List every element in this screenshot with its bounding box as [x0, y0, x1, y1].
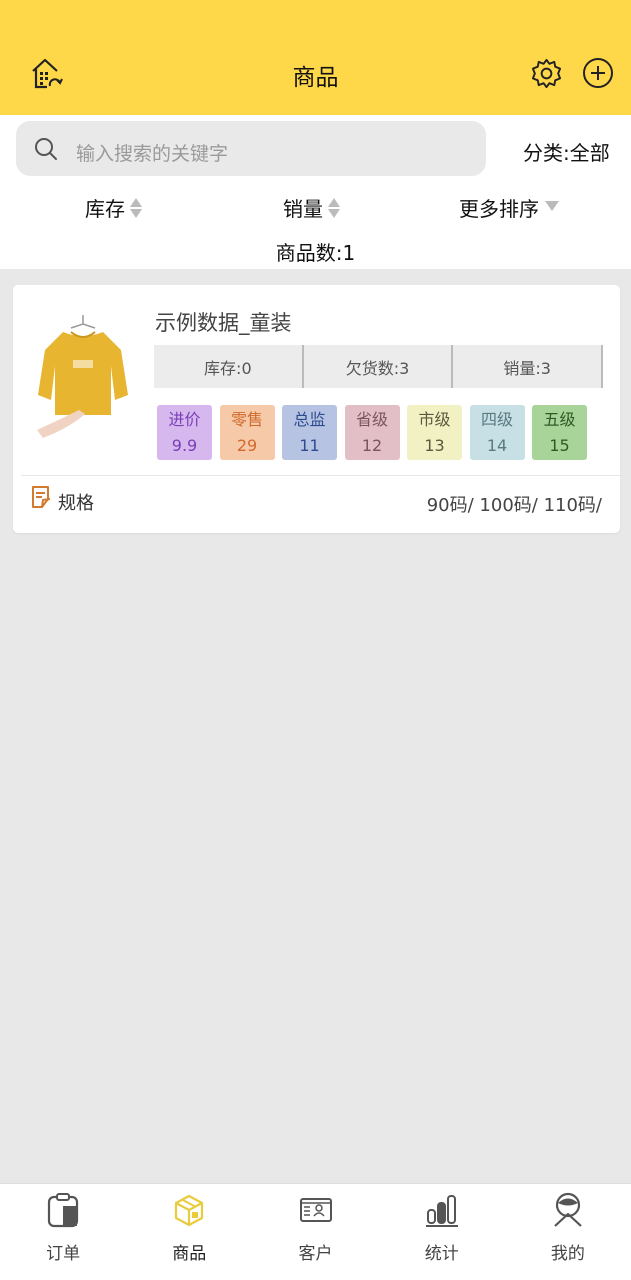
search-input[interactable]: 输入搜索的关键字	[16, 121, 486, 176]
price-label: 五级	[543, 409, 576, 429]
card-divider	[21, 475, 620, 476]
user-icon	[554, 1192, 582, 1227]
price-label: 总监	[293, 409, 326, 429]
price-value: 9.9	[171, 435, 198, 455]
box-icon	[175, 1194, 204, 1227]
price-label: 零售	[230, 409, 263, 429]
tab-customers[interactable]: 客户	[252, 1184, 378, 1280]
price-tag-retail: 零售 29	[219, 405, 275, 460]
clipboard-icon	[47, 1193, 79, 1228]
spec-document-icon	[32, 486, 51, 508]
price-tag-level5: 五级 15	[532, 405, 587, 460]
caret-down-icon	[545, 200, 559, 211]
gear-icon[interactable]	[530, 57, 563, 90]
product-name: 示例数据_童装	[155, 311, 292, 335]
sort-sales-label: 销量	[283, 197, 323, 221]
tab-statistics[interactable]: 统计	[379, 1184, 505, 1280]
price-value: 15	[549, 435, 570, 455]
contact-card-icon	[299, 1198, 332, 1222]
sort-arrows-icon	[328, 197, 340, 218]
stat-backorder: 欠货数:3	[301, 345, 452, 388]
price-label: 进价	[168, 409, 201, 429]
bottom-tab-bar: 订单 商品 客户 统计 我的	[0, 1183, 631, 1280]
tab-label: 客户	[298, 1244, 333, 1264]
sort-sales-button[interactable]: 销量	[283, 193, 340, 222]
bar-chart-icon	[425, 1195, 458, 1227]
price-value: 11	[299, 435, 320, 455]
product-card[interactable]: 示例数据_童装 库存:0 欠货数:3 销量:3 进价 9.9 零售 29 总监 11 …	[13, 285, 620, 533]
product-stats: 库存:0 欠货数:3 销量:3	[154, 345, 603, 388]
price-tag-cost: 进价 9.9	[157, 405, 212, 460]
search-icon	[35, 138, 57, 160]
search-placeholder: 输入搜索的关键字	[76, 143, 229, 165]
add-circle-icon[interactable]	[582, 57, 614, 89]
more-sort-label: 更多排序	[459, 197, 539, 221]
tab-label: 统计	[424, 1244, 459, 1264]
price-tag-province: 省级 12	[344, 405, 400, 460]
stat-sales: 销量:3	[451, 345, 601, 388]
price-tag-city: 市级 13	[407, 405, 462, 460]
filter-panel: 输入搜索的关键字 分类:全部 库存 销量 更多排序 商品数:1	[0, 115, 631, 269]
price-tiers: 进价 9.9 零售 29 总监 11 省级 12 市级 13 四级 14 五级 15	[157, 405, 595, 460]
tab-mine[interactable]: 我的	[505, 1184, 631, 1280]
price-tag-level4: 四级 14	[469, 405, 525, 460]
tab-orders[interactable]: 订单	[0, 1184, 126, 1280]
price-label: 市级	[418, 409, 451, 429]
price-label: 四级	[480, 409, 513, 429]
tab-label: 订单	[46, 1244, 81, 1264]
tab-label: 商品	[172, 1244, 207, 1264]
price-label: 省级	[355, 409, 388, 429]
tab-label: 我的	[550, 1244, 585, 1264]
more-sort-button[interactable]: 更多排序	[459, 193, 559, 222]
top-header: 商品	[0, 0, 631, 115]
price-value: 29	[236, 435, 258, 455]
spec-values: 90码/ 100码/ 110码/	[426, 495, 602, 516]
category-filter[interactable]: 分类:全部	[523, 137, 610, 166]
stat-stock: 库存:0	[204, 358, 252, 378]
spec-label: 规格	[58, 493, 94, 514]
sort-arrows-icon	[130, 197, 142, 218]
product-count: 商品数:1	[275, 241, 356, 265]
price-value: 14	[486, 435, 508, 455]
sort-stock-label: 库存	[85, 197, 125, 221]
price-value: 13	[424, 435, 445, 455]
price-value: 12	[361, 435, 383, 455]
product-thumbnail	[37, 315, 128, 438]
price-tag-director: 总监 11	[282, 405, 337, 460]
tab-products[interactable]: 商品	[126, 1184, 252, 1280]
sort-stock-button[interactable]: 库存	[85, 193, 142, 222]
